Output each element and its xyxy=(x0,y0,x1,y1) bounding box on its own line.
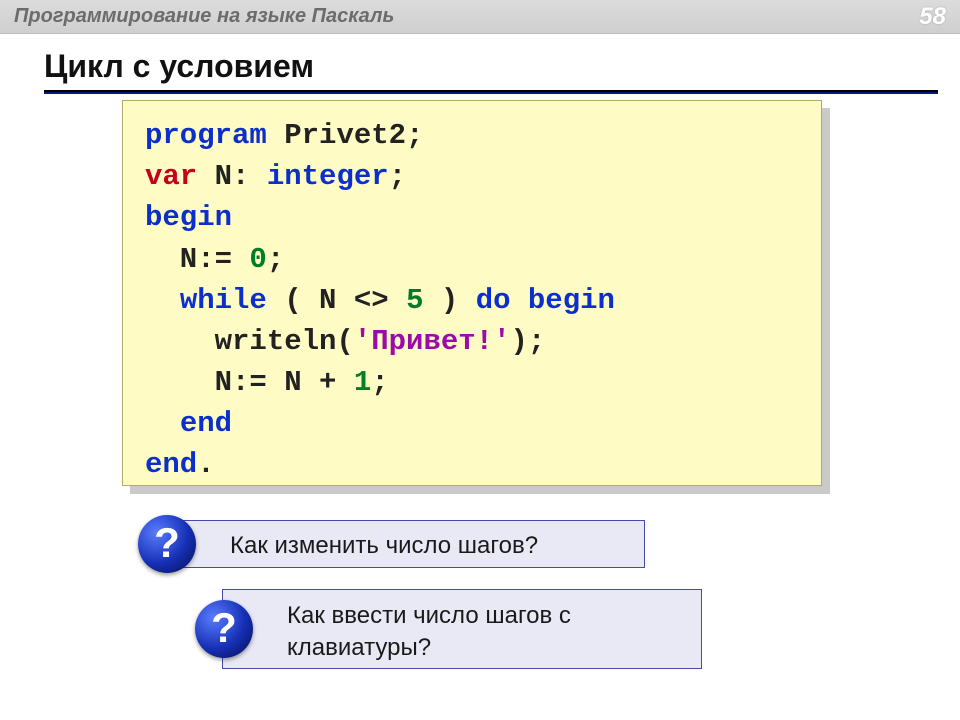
slide: Программирование на языке Паскаль 58 Цик… xyxy=(0,0,960,720)
code-text: N: xyxy=(197,160,267,193)
num-literal: 5 xyxy=(406,284,423,317)
kw-program: program xyxy=(145,119,267,152)
code-text: ; xyxy=(389,160,406,193)
kw-while: while xyxy=(180,284,267,317)
code-text xyxy=(145,407,180,440)
kw-do: do xyxy=(476,284,511,317)
num-literal: 0 xyxy=(249,243,266,276)
code-text xyxy=(145,284,180,317)
question-text: Как изменить число шагов? xyxy=(230,532,538,559)
code-text xyxy=(511,284,528,317)
code-text: Privet2; xyxy=(267,119,424,152)
str-quote: ' xyxy=(354,325,371,358)
num-literal: 1 xyxy=(354,366,371,399)
slide-title: Цикл с условием xyxy=(44,48,314,85)
kw-end: end xyxy=(145,448,197,481)
course-title: Программирование на языке Паскаль xyxy=(14,5,919,28)
page-number: 58 xyxy=(919,3,946,31)
top-bar: Программирование на языке Паскаль 58 xyxy=(0,0,960,34)
code-text: ; xyxy=(371,366,388,399)
kw-begin: begin xyxy=(145,201,232,234)
kw-begin: begin xyxy=(528,284,615,317)
str-literal: Привет! xyxy=(371,325,493,358)
kw-end: end xyxy=(180,407,232,440)
question-mark-icon: ? xyxy=(195,600,253,658)
code-box: program Privet2; var N: integer; begin N… xyxy=(122,100,822,486)
kw-var: var xyxy=(145,160,197,193)
code-text: ); xyxy=(510,325,545,358)
question-text: Как ввести число шагов с клавиатуры? xyxy=(287,602,571,661)
question-box-2: ? Как ввести число шагов с клавиатуры? xyxy=(222,589,702,669)
str-quote: ' xyxy=(493,325,510,358)
code-text: writeln( xyxy=(145,325,354,358)
code-text: . xyxy=(197,448,214,481)
question-box-1: ? Как изменить число шагов? xyxy=(165,520,645,568)
title-underline xyxy=(44,90,938,94)
code-text: ( N <> xyxy=(267,284,406,317)
code-text: ) xyxy=(423,284,475,317)
code-text: N:= N + xyxy=(145,366,354,399)
code-text: N:= xyxy=(145,243,249,276)
code-text: ; xyxy=(267,243,284,276)
question-mark-icon: ? xyxy=(138,515,196,573)
kw-integer: integer xyxy=(267,160,389,193)
